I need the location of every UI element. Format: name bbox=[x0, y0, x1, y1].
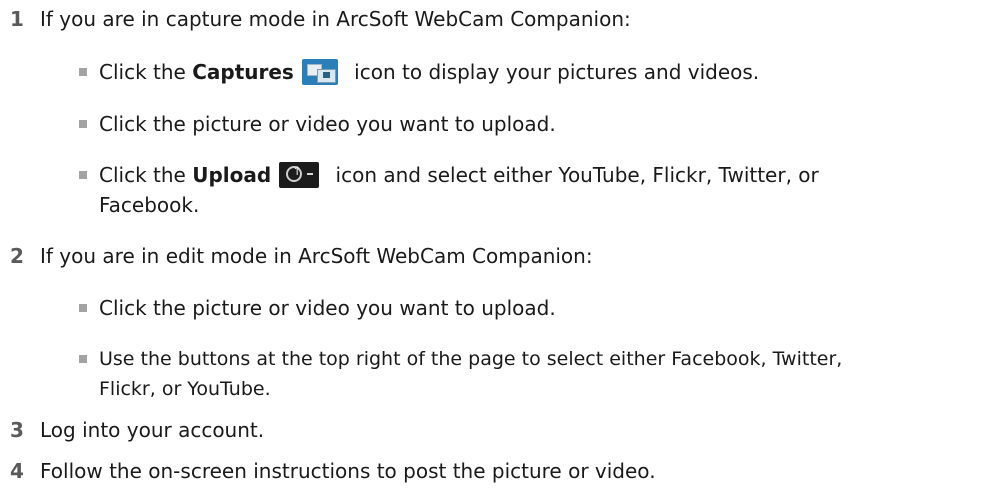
step-number: 4 bbox=[10, 459, 24, 483]
captures-icon bbox=[301, 59, 338, 85]
step-text: If you are in capture mode in ArcSoft We… bbox=[40, 7, 631, 31]
bullet-text: Click the Upload ↑ icon and select either… bbox=[99, 160, 979, 220]
step-number: 3 bbox=[10, 418, 24, 442]
bullet-square bbox=[79, 355, 87, 363]
bullet-text: Click the picture or video you want to u… bbox=[99, 296, 556, 320]
captures-label: Captures bbox=[192, 60, 294, 84]
step-text: Follow the on-screen instructions to pos… bbox=[40, 459, 656, 483]
bullet-text: Use the buttons at the top right of the … bbox=[99, 344, 979, 404]
upload-icon: ↑ bbox=[279, 162, 320, 188]
bullet-text-line1: Use the buttons at the top right of the … bbox=[99, 348, 843, 370]
bullet-text: Click the Captures icon to display your … bbox=[99, 57, 979, 87]
bullet-square bbox=[79, 120, 87, 128]
bullet-square bbox=[79, 304, 87, 312]
bullet-square bbox=[79, 68, 87, 76]
bullet-text-suffix: icon and select either YouTube, Flickr, … bbox=[329, 163, 819, 187]
bullet-square bbox=[79, 171, 87, 179]
step-number: 1 bbox=[10, 7, 24, 31]
upload-label: Upload bbox=[192, 163, 272, 187]
bullet-text-prefix: Click the bbox=[99, 163, 193, 187]
bullet-text-line2: Facebook. bbox=[99, 193, 200, 217]
step-number: 2 bbox=[10, 244, 24, 268]
instructions-document: 1 If you are in capture mode in ArcSoft … bbox=[0, 0, 989, 491]
bullet-text-prefix: Click the bbox=[99, 60, 193, 84]
bullet-text: Click the picture or video you want to u… bbox=[99, 112, 556, 136]
bullet-text-suffix: icon to display your pictures and videos… bbox=[347, 60, 760, 84]
step-text: Log into your account. bbox=[40, 418, 265, 442]
step-text: If you are in edit mode in ArcSoft WebCa… bbox=[40, 244, 593, 268]
bullet-text-line2: Flickr, or YouTube. bbox=[99, 378, 271, 400]
